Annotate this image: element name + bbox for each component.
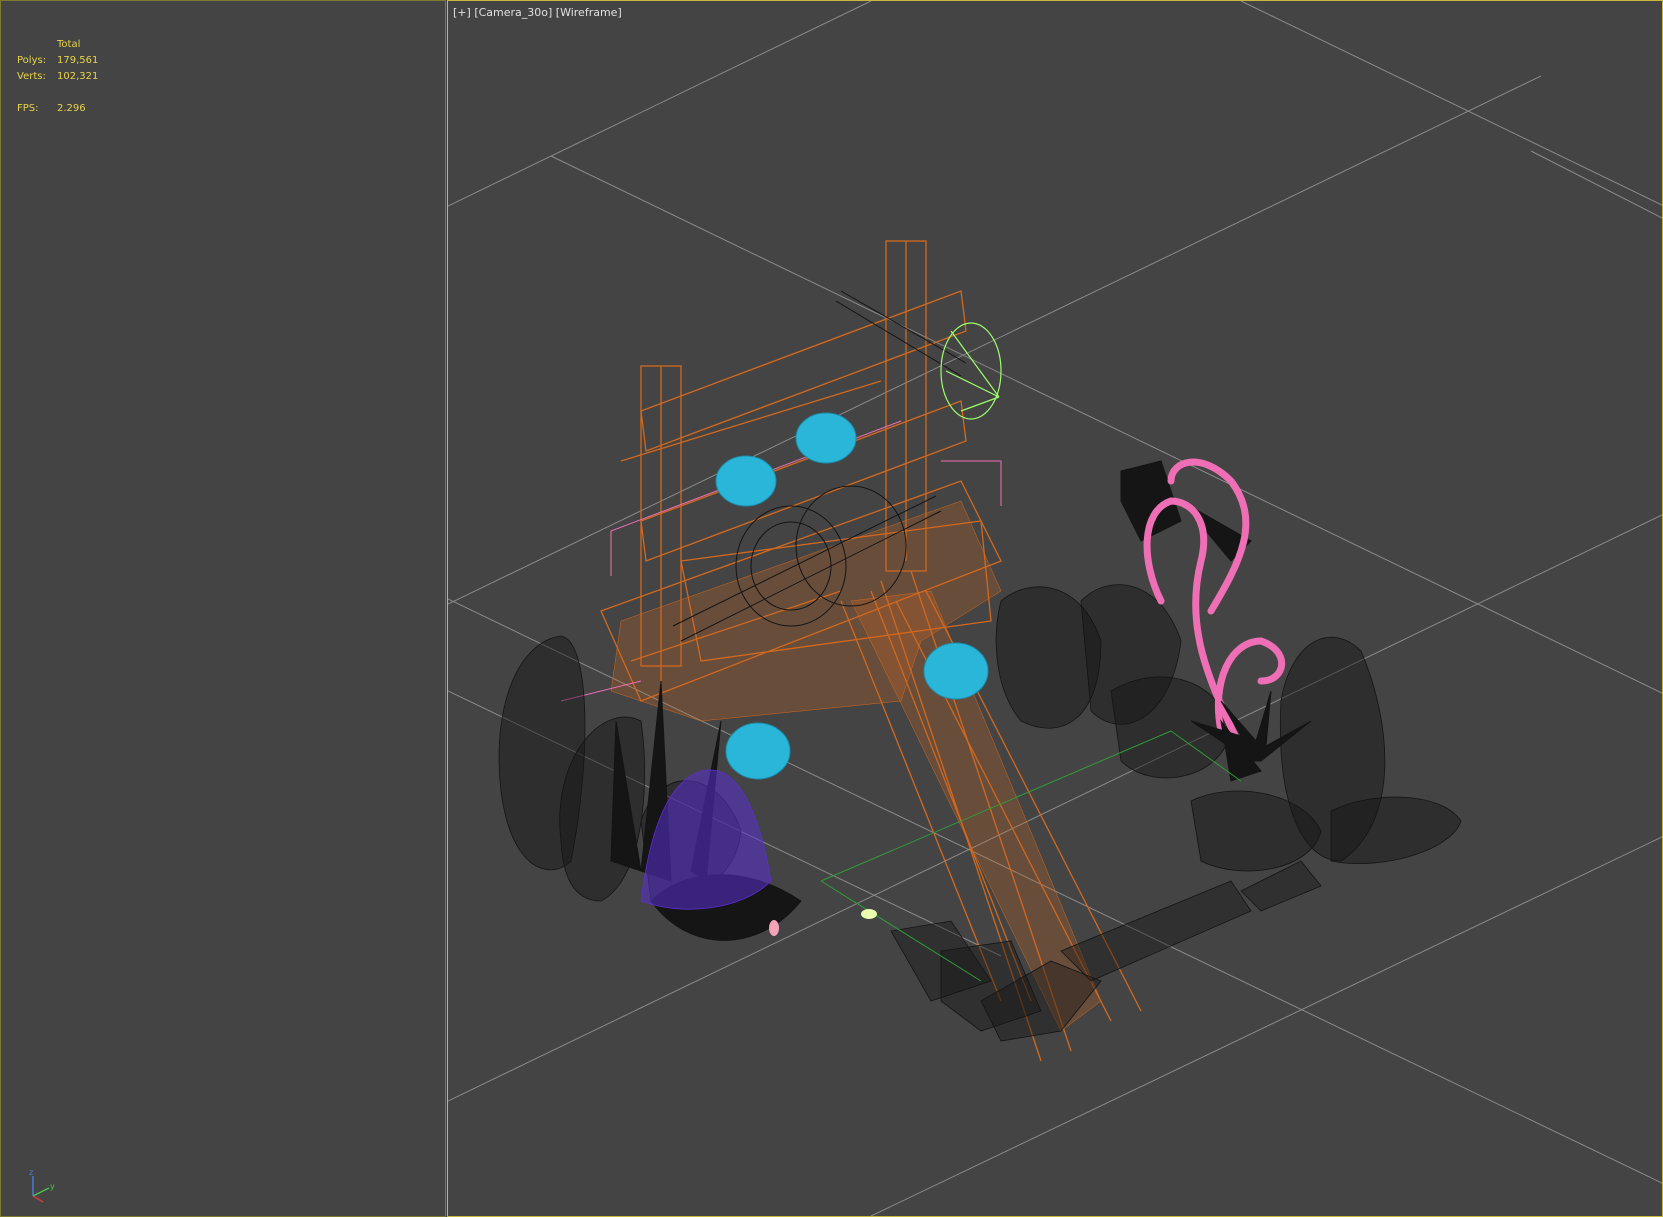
camera-viewport[interactable]: [+] [Camera_30o] [Wireframe] [447, 0, 1663, 1217]
verts-value: 102,321 [57, 71, 99, 82]
left-viewport[interactable]: Total Polys: 179,561 Verts: 102,321 FPS:… [0, 0, 446, 1217]
stats-header: Total [57, 39, 81, 50]
polys-value: 179,561 [57, 55, 99, 66]
black-flower [1120, 460, 1252, 562]
viewport-camera-menu[interactable]: [Camera_30o] [474, 6, 552, 19]
axis-tripod-icon: z y [21, 1166, 61, 1206]
fps-label: FPS: [17, 103, 39, 114]
stats-fps-row: FPS: 2.296 [17, 101, 98, 117]
verts-label: Verts: [17, 71, 46, 82]
wireframe-scene[interactable] [448, 1, 1662, 1216]
viewport-statistics: Total Polys: 179,561 Verts: 102,321 FPS:… [17, 37, 98, 117]
axis-y-label: y [50, 1182, 55, 1191]
stats-verts-row: Verts: 102,321 [17, 69, 98, 85]
viewport-menu-plus[interactable]: [+] [453, 6, 471, 19]
polys-label: Polys: [17, 55, 47, 66]
fps-value: 2.296 [57, 103, 86, 114]
viewport-shading-menu[interactable]: [Wireframe] [556, 6, 622, 19]
horn-wire [940, 322, 1002, 420]
stats-polys-row: Polys: 179,561 [17, 53, 98, 69]
viewport-label[interactable]: [+] [Camera_30o] [Wireframe] [453, 6, 622, 19]
axis-z-label: z [29, 1168, 33, 1177]
